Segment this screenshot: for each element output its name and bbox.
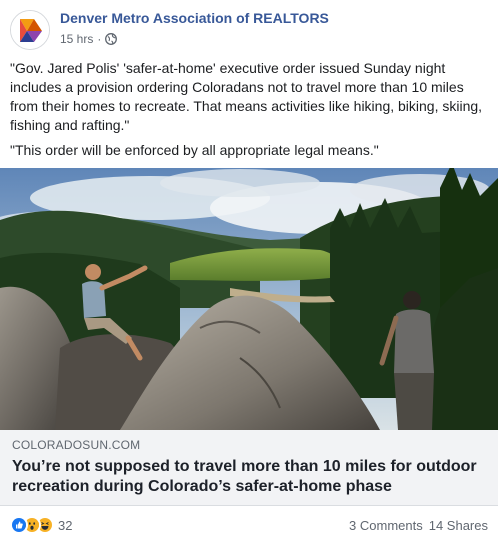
post-stats: 3 Comments 14 Shares <box>349 518 488 533</box>
comments-count-link[interactable]: 3 Comments <box>349 518 423 533</box>
globe-icon[interactable] <box>105 33 118 45</box>
meta-separator: · <box>97 32 102 46</box>
link-preview-image[interactable] <box>0 168 498 430</box>
post-paragraph: "Gov. Jared Polis' 'safer-at-home' execu… <box>10 60 483 133</box>
facebook-post: Denver Metro Association of REALTORS 15 … <box>0 0 498 545</box>
post-meta: 15 hrs · <box>60 32 118 46</box>
link-headline[interactable]: You’re not supposed to travel more than … <box>12 457 488 497</box>
link-preview-box[interactable]: COLORADOSUN.COM You’re not supposed to t… <box>0 430 498 506</box>
shares-count-link[interactable]: 14 Shares <box>429 518 488 533</box>
post-header: Denver Metro Association of REALTORS 15 … <box>10 8 490 50</box>
post-timestamp[interactable]: 15 hrs <box>60 32 93 46</box>
like-icon <box>10 516 28 534</box>
reactions-summary[interactable]: 32 <box>10 516 72 534</box>
page-name-link[interactable]: Denver Metro Association of REALTORS <box>60 10 329 26</box>
dmar-logo-icon <box>11 11 49 49</box>
post-footer: 32 3 Comments 14 Shares <box>10 514 488 536</box>
post-text: "Gov. Jared Polis' 'safer-at-home' execu… <box>10 59 490 166</box>
link-domain: COLORADOSUN.COM <box>12 438 141 452</box>
page-avatar[interactable] <box>10 10 50 50</box>
reaction-count: 32 <box>58 517 73 533</box>
post-paragraph: "This order will be enforced by all appr… <box>10 142 379 158</box>
